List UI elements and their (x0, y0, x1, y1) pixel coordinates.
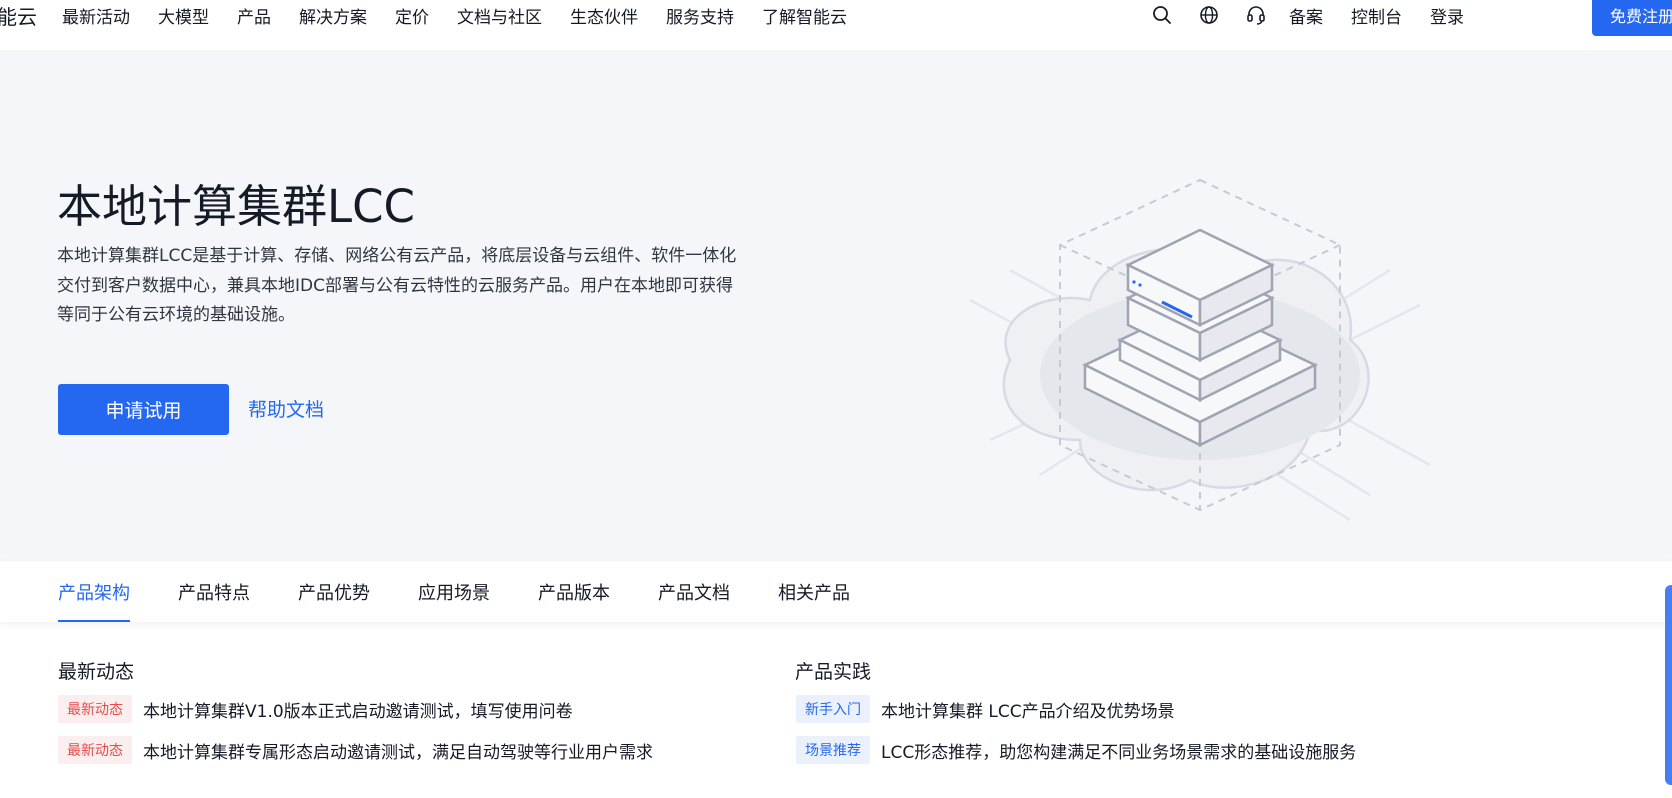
list-item[interactable]: 最新动态 本地计算集群V1.0版本正式启动邀请测试，填写使用问卷 (58, 694, 573, 724)
practice-link[interactable]: 本地计算集群 LCC产品介绍及优势场景 (881, 697, 1175, 722)
nav-link-about[interactable]: 了解智能云 (762, 3, 847, 28)
practice-badge: 新手入门 (796, 695, 870, 723)
globe-icon[interactable] (1195, 1, 1223, 29)
nav-utilities: 备案 控制台 登录 (1148, 0, 1492, 30)
main-menu: 最新活动 大模型 产品 解决方案 定价 文档与社区 生态伙伴 服务支持 了解智能… (62, 0, 875, 30)
brand-text: 能云 (0, 5, 37, 29)
nav-link-products[interactable]: 产品 (237, 3, 271, 28)
brand-logo[interactable]: 能云 (0, 0, 40, 30)
nav-link-partners[interactable]: 生态伙伴 (570, 3, 638, 28)
nav-link-activities[interactable]: 最新活动 (62, 3, 130, 28)
server-cluster-illustration (969, 178, 1431, 522)
news-badge: 最新动态 (58, 695, 132, 723)
list-item[interactable]: 新手入门 本地计算集群 LCC产品介绍及优势场景 (796, 694, 1175, 724)
nav-link-support[interactable]: 服务支持 (666, 3, 734, 28)
signup-button[interactable]: 免费注册 (1592, 0, 1672, 36)
nav-link-console[interactable]: 控制台 (1351, 3, 1402, 28)
apply-trial-button[interactable]: 申请试用 (58, 384, 229, 435)
hero-banner: 本地计算集群LCC 本地计算集群LCC是基于计算、存储、网络公有云产品，将底层设… (0, 50, 1672, 561)
nav-link-large-model[interactable]: 大模型 (158, 3, 209, 28)
practice-link[interactable]: LCC形态推荐，助您构建满足不同业务场景需求的基础设施服务 (881, 738, 1356, 763)
tab-versions[interactable]: 产品版本 (538, 561, 610, 622)
latest-news-title: 最新动态 (58, 661, 135, 683)
tab-advantages[interactable]: 产品优势 (298, 561, 370, 622)
tab-features[interactable]: 产品特点 (178, 561, 250, 622)
news-badge: 最新动态 (58, 736, 132, 764)
list-item[interactable]: 最新动态 本地计算集群专属形态启动邀请测试，满足自动驾驶等行业用户需求 (58, 735, 653, 765)
headset-icon[interactable] (1242, 1, 1270, 29)
help-docs-link[interactable]: 帮助文档 (248, 395, 324, 422)
product-tab-bar: 产品架构 产品特点 产品优势 应用场景 产品版本 产品文档 相关产品 (0, 561, 1672, 622)
nav-link-solutions[interactable]: 解决方案 (299, 3, 367, 28)
nav-link-record[interactable]: 备案 (1289, 3, 1323, 28)
practice-badge: 场景推荐 (796, 736, 870, 764)
side-float-tab[interactable] (1665, 585, 1672, 785)
news-link[interactable]: 本地计算集群专属形态启动邀请测试，满足自动驾驶等行业用户需求 (143, 738, 653, 763)
news-link[interactable]: 本地计算集群V1.0版本正式启动邀请测试，填写使用问卷 (143, 697, 573, 722)
page-title: 本地计算集群LCC (57, 180, 415, 233)
search-icon[interactable] (1148, 1, 1176, 29)
list-item[interactable]: 场景推荐 LCC形态推荐，助您构建满足不同业务场景需求的基础设施服务 (796, 735, 1356, 765)
nav-link-pricing[interactable]: 定价 (395, 3, 429, 28)
practice-title: 产品实践 (795, 661, 872, 683)
tab-architecture[interactable]: 产品架构 (58, 561, 130, 622)
tab-scenarios[interactable]: 应用场景 (418, 561, 490, 622)
tab-related-products[interactable]: 相关产品 (778, 561, 850, 622)
top-navigation: 能云 最新活动 大模型 产品 解决方案 定价 文档与社区 生态伙伴 服务支持 了… (0, 0, 1672, 50)
nav-link-login[interactable]: 登录 (1430, 3, 1464, 28)
nav-link-docs-community[interactable]: 文档与社区 (457, 3, 542, 28)
tab-documents[interactable]: 产品文档 (658, 561, 730, 622)
hero-description: 本地计算集群LCC是基于计算、存储、网络公有云产品，将底层设备与云组件、软件一体… (57, 246, 737, 325)
